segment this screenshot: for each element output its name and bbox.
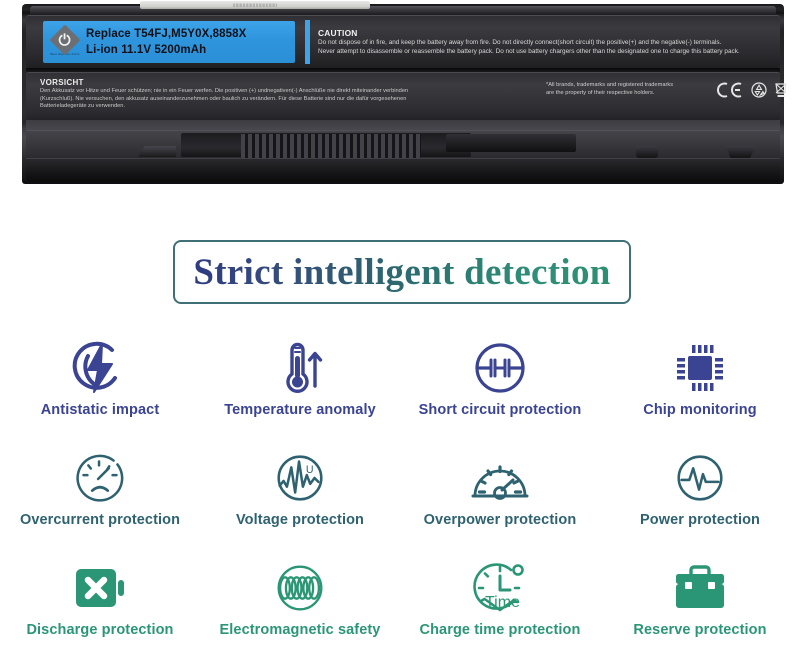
product-infographic-page: ||||||||||||||||||||||||||||||| ⏻ Best R… — [0, 0, 800, 660]
page-title: Strict intelligent detection — [193, 251, 611, 293]
recycle-mark-icon — [751, 81, 767, 98]
power-symbol-icon: ⏻ — [49, 23, 81, 56]
feature-row-2: Overcurrent protection U Voltage protect… — [0, 440, 800, 550]
feature-row-1: Antistatic impact Temperature anomaly Sh… — [0, 330, 800, 440]
vorsicht-title: VORSICHT — [40, 78, 84, 87]
battery-lower-face: VORSICHT Den Akkusatz vor Hitze und Feue… — [26, 72, 787, 120]
feature-label: Overcurrent protection — [19, 512, 181, 528]
gauge-sad-icon — [69, 444, 131, 512]
battery-connector-block — [446, 134, 576, 152]
feature-label: Chip monitoring — [643, 402, 757, 418]
electromagnetic-coil-icon — [269, 554, 331, 622]
vorsicht-line-1: Den Akkusatz vor Hitze und Feuer schütze… — [40, 88, 409, 94]
feature-charge-time-protection: Time Charge time protection — [400, 550, 600, 660]
shell-highlight-line-bottom — [26, 158, 780, 159]
battery-foot-right-1 — [636, 146, 658, 158]
battery-cross-icon — [68, 554, 132, 622]
certification-marks — [716, 81, 788, 98]
charge-clock-time-icon: Time — [468, 554, 532, 622]
feature-antistatic-impact: Antistatic impact — [0, 330, 200, 440]
vorsicht-block: VORSICHT Den Akkusatz vor Hitze und Feue… — [40, 77, 540, 111]
feature-power-protection: Power protection — [600, 440, 800, 550]
shell-highlight-line-top — [26, 130, 780, 131]
svg-text:U: U — [306, 464, 314, 476]
trademark-line-1: *All brands, trademarks and registered t… — [546, 82, 674, 88]
feature-label: Discharge protection — [26, 622, 174, 638]
feature-electromagnetic-safety: Electromagnetic safety — [200, 550, 400, 660]
vorsicht-line-2: (Kurzschluß). Nie versuchen, den akkusat… — [40, 95, 407, 102]
vorsicht-line-3: Batterieladegeräte zu verwenden. — [40, 103, 126, 110]
feature-label: Electromagnetic safety — [219, 622, 381, 638]
feature-label: Antistatic impact — [40, 402, 160, 418]
feature-overpower-protection: Overpower protection — [400, 440, 600, 550]
battery-connector-fins — [241, 134, 421, 158]
antistatic-lightning-icon — [68, 334, 132, 402]
feature-overcurrent-protection: Overcurrent protection — [0, 440, 200, 550]
battery-foot-right-2 — [726, 146, 756, 158]
feature-temperature-anomaly: Temperature anomaly — [200, 330, 400, 440]
battery-top-barcode-text: ||||||||||||||||||||||||||||||| — [232, 2, 278, 7]
feature-label: Charge time protection — [419, 622, 581, 638]
sticker-replace-models: Replace T54FJ,M5Y0X,8858X — [86, 28, 247, 40]
battery-product-photo: ||||||||||||||||||||||||||||||| ⏻ Best R… — [0, 0, 800, 200]
weee-crossed-bin-mark-icon — [775, 83, 787, 97]
feature-label: Short circuit protection — [418, 402, 582, 418]
feature-label: Voltage protection — [235, 512, 364, 528]
battery-lower-shell — [26, 120, 780, 182]
feature-chip-monitoring: Chip monitoring — [600, 330, 800, 440]
caution-block: CAUTION Do not dispose of in fire, and k… — [305, 20, 772, 64]
caution-line-1: Do not dispose of in fire, and keep the … — [318, 38, 722, 46]
pulse-circle-icon — [669, 444, 731, 512]
feature-grid: Antistatic impact Temperature anomaly Sh… — [0, 330, 800, 660]
feature-voltage-protection: U Voltage protection — [200, 440, 400, 550]
sticker-text-block: Replace T54FJ,M5Y0X,8858X Li-ion 11.1V 5… — [83, 26, 246, 58]
speedometer-icon — [468, 444, 532, 512]
battery-upper-face: ⏻ Best Replace Parts Replace T54FJ,M5Y0X… — [26, 15, 780, 68]
brand-logo: ⏻ Best Replace Parts — [47, 23, 83, 60]
trademark-block: *All brands, trademarks and registered t… — [546, 82, 711, 97]
toolbox-icon — [668, 554, 732, 622]
caution-line-2: Never attempt to disassemble or reassemb… — [318, 47, 740, 55]
waveform-voltage-icon: U — [269, 444, 331, 512]
battery-blue-sticker: ⏻ Best Replace Parts Replace T54FJ,M5Y0X… — [43, 21, 295, 63]
feature-label: Temperature anomaly — [224, 402, 376, 418]
ce-mark-icon — [717, 82, 742, 97]
short-circuit-icon — [468, 334, 532, 402]
section-title-banner: Strict intelligent detection — [173, 240, 631, 304]
trademark-line-2: are the property of their respective hol… — [546, 89, 655, 96]
sticker-spec: Li-ion 11.1V 5200mAh — [86, 44, 207, 56]
feature-label: Reserve protection — [633, 622, 767, 638]
thermometer-icon — [268, 334, 332, 402]
feature-short-circuit-protection: Short circuit protection — [400, 330, 600, 440]
battery-top-barcode-label: ||||||||||||||||||||||||||||||| — [140, 1, 370, 9]
feature-discharge-protection: Discharge protection — [0, 550, 200, 660]
feature-label: Power protection — [639, 512, 761, 528]
caution-title: CAUTION — [318, 27, 358, 38]
feature-label: Overpower protection — [423, 512, 577, 528]
svg-text:Time: Time — [485, 594, 520, 611]
feature-reserve-protection: Reserve protection — [600, 550, 800, 660]
chip-icon — [668, 334, 732, 402]
battery-latch-tab — [138, 146, 176, 157]
feature-row-3: Discharge protection Electromagnetic saf… — [0, 550, 800, 660]
power-glyph: ⏻ — [59, 31, 71, 48]
